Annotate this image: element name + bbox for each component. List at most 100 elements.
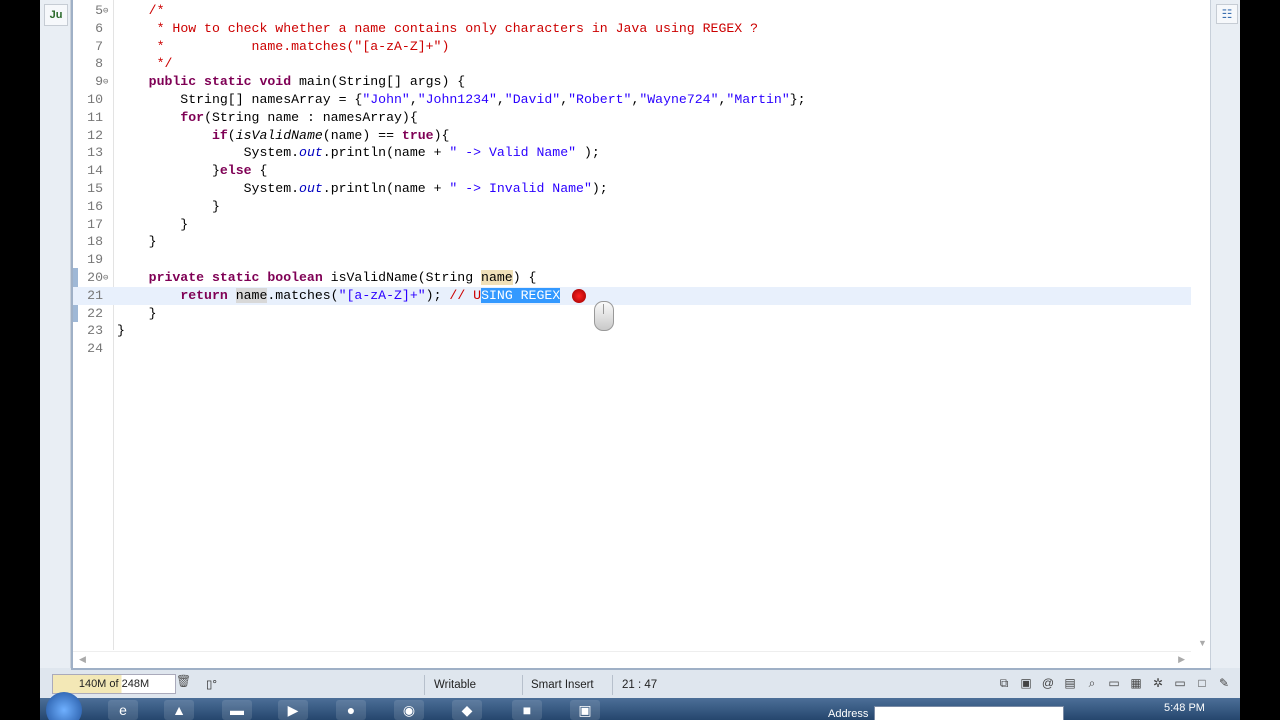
line-number: 12: [87, 127, 103, 143]
click-indicator-icon: [572, 289, 586, 303]
garbage-collect-icon[interactable]: 🗑: [176, 674, 191, 690]
code-text[interactable]: }: [117, 233, 157, 251]
code-text[interactable]: for(String name : namesArray){: [117, 109, 417, 127]
trim-toolbar: ⧉ ▣ @ ▤ ⌕ ▭ ▦ ✲ ▭ □ ✎: [996, 675, 1232, 695]
code-line[interactable]: 14 }else {: [73, 162, 1191, 180]
code-line[interactable]: 9 ⊖ public static void main(String[] args…: [73, 73, 1191, 91]
line-number: 5: [95, 3, 103, 18]
vertical-scrollbar[interactable]: ▼: [1193, 0, 1211, 650]
left-black-border: [0, 0, 40, 720]
line-number: 14: [87, 163, 103, 179]
code-line[interactable]: 18 }: [73, 233, 1191, 251]
code-line[interactable]: 10 String[] namesArray = {"John","John12…: [73, 91, 1191, 109]
declaration-icon[interactable]: ▤: [1062, 675, 1078, 691]
pin-icon[interactable]: ✎: [1216, 675, 1232, 691]
code-line[interactable]: 6 * How to check whether a name contains…: [73, 20, 1191, 38]
line-number: 20: [87, 270, 103, 285]
fold-toggle-icon[interactable]: ⊖: [103, 2, 108, 20]
horizontal-scrollbar[interactable]: ◀ ▶: [73, 651, 1191, 668]
status-divider: [522, 675, 523, 695]
eclipse-taskbar-icon[interactable]: ■: [512, 700, 542, 720]
scroll-down-arrow-icon[interactable]: ▼: [1198, 638, 1207, 648]
code-text[interactable]: return name.matches("[a-zA-Z]+"); // USI…: [117, 287, 561, 305]
code-text[interactable]: /*: [117, 2, 165, 20]
line-number: 16: [87, 198, 103, 214]
minimize-icon[interactable]: ▭: [1172, 675, 1188, 691]
code-line[interactable]: 7 * name.matches("[a-zA-Z]+"): [73, 38, 1191, 56]
junit-view-button[interactable]: Ju: [44, 4, 68, 26]
scroll-left-arrow-icon[interactable]: ◀: [79, 654, 86, 665]
code-text[interactable]: }else {: [117, 162, 267, 180]
line-number: 21: [87, 287, 103, 303]
display-icon[interactable]: ▭: [1106, 675, 1122, 691]
search-view-icon[interactable]: ⌕: [1084, 675, 1100, 691]
ie-taskbar-icon[interactable]: e: [108, 700, 138, 720]
code-line[interactable]: 24: [73, 340, 1191, 358]
save-taskbar-icon[interactable]: ▣: [570, 700, 600, 720]
code-text[interactable]: }: [117, 198, 220, 216]
heap-status[interactable]: 140M of 248M: [52, 674, 176, 694]
line-number: 11: [87, 109, 103, 125]
address-input[interactable]: [874, 706, 1064, 720]
writable-status: Writable: [434, 679, 476, 691]
console-icon[interactable]: ▣: [1018, 675, 1034, 691]
line-number: 18: [87, 234, 103, 250]
line-number: 23: [87, 323, 103, 339]
code-text[interactable]: }: [117, 216, 188, 234]
scroll-right-arrow-icon[interactable]: ▶: [1178, 654, 1185, 665]
javadoc-icon[interactable]: @: [1040, 675, 1056, 691]
explorer-taskbar-icon[interactable]: ▬: [222, 700, 252, 720]
line-number: 9: [95, 74, 103, 90]
outline-view-icon[interactable]: ☷: [1216, 4, 1238, 24]
code-line[interactable]: 13 System.out.println(name + " -> Valid …: [73, 144, 1191, 162]
line-number: 6: [95, 20, 103, 36]
code-text[interactable]: */: [117, 55, 173, 73]
code-line[interactable]: 19: [73, 251, 1191, 269]
code-line[interactable]: 23}: [73, 322, 1191, 340]
line-number: 7: [95, 38, 103, 54]
progress-icon[interactable]: ▦: [1128, 675, 1144, 691]
code-text[interactable]: System.out.println(name + " -> Invalid N…: [117, 180, 608, 198]
fold-toggle-icon[interactable]: ⊖: [103, 269, 108, 287]
code-text[interactable]: }: [117, 305, 157, 323]
heap-status-label: 140M of 248M: [78, 678, 150, 690]
chrome-taskbar-icon[interactable]: ◉: [394, 700, 424, 720]
right-black-border: [1240, 0, 1280, 720]
code-line[interactable]: 11 for(String name : namesArray){: [73, 109, 1191, 127]
line-number: 22: [87, 305, 103, 321]
start-button[interactable]: [46, 692, 82, 720]
firefox-taskbar-icon[interactable]: ●: [336, 700, 366, 720]
code-text[interactable]: if(isValidName(name) == true){: [117, 127, 449, 145]
code-line[interactable]: 5 ⊖ /*: [73, 2, 1191, 20]
code-line[interactable]: 17 }: [73, 216, 1191, 234]
code-text[interactable]: }: [117, 322, 125, 340]
eclipse-window: Ju 5 ⊖ /* 6 * How to check whether a name …: [40, 0, 1240, 720]
media-taskbar-icon[interactable]: ▶: [278, 700, 308, 720]
app-taskbar-icon[interactable]: ◆: [452, 700, 482, 720]
debug-icon[interactable]: ✲: [1150, 675, 1166, 691]
code-line[interactable]: 15 System.out.println(name + " -> Invali…: [73, 180, 1191, 198]
code-text[interactable]: * name.matches("[a-zA-Z]+"): [117, 38, 450, 56]
code-text[interactable]: String[] namesArray = {"John","John1234"…: [117, 91, 805, 109]
line-number: 24: [87, 341, 103, 357]
code-line[interactable]: 8 */: [73, 55, 1191, 73]
code-text[interactable]: private static boolean isValidName(Strin…: [117, 269, 536, 287]
code-line[interactable]: 20 ⊖ private static boolean isValidName(S…: [73, 269, 1191, 287]
code-line[interactable]: 16 }: [73, 198, 1191, 216]
code-area[interactable]: 5 ⊖ /* 6 * How to check whether a name con…: [73, 0, 1191, 650]
code-text[interactable]: System.out.println(name + " -> Valid Nam…: [117, 144, 600, 162]
vlc-taskbar-icon[interactable]: ▲: [164, 700, 194, 720]
java-editor[interactable]: 5 ⊖ /* 6 * How to check whether a name con…: [71, 0, 1211, 670]
code-text[interactable]: * How to check whether a name contains o…: [117, 20, 758, 38]
status-divider: [612, 675, 613, 695]
maximize-icon[interactable]: □: [1194, 675, 1210, 691]
restore-icon[interactable]: ⧉: [996, 675, 1012, 691]
code-line[interactable]: 22 }: [73, 305, 1191, 323]
code-line[interactable]: 21 return name.matches("[a-zA-Z]+"); // …: [73, 286, 1191, 305]
fold-toggle-icon[interactable]: ⊖: [103, 73, 108, 91]
windows-taskbar: e ▲ ▬ ▶ ● ◉ ◆ ■ ▣ Address 5:48 PM: [40, 692, 1240, 720]
code-line[interactable]: 12 if(isValidName(name) == true){: [73, 127, 1191, 145]
code-text[interactable]: public static void main(String[] args) {: [117, 73, 466, 91]
left-trim: Ju: [40, 0, 71, 668]
line-number: 13: [87, 145, 103, 161]
